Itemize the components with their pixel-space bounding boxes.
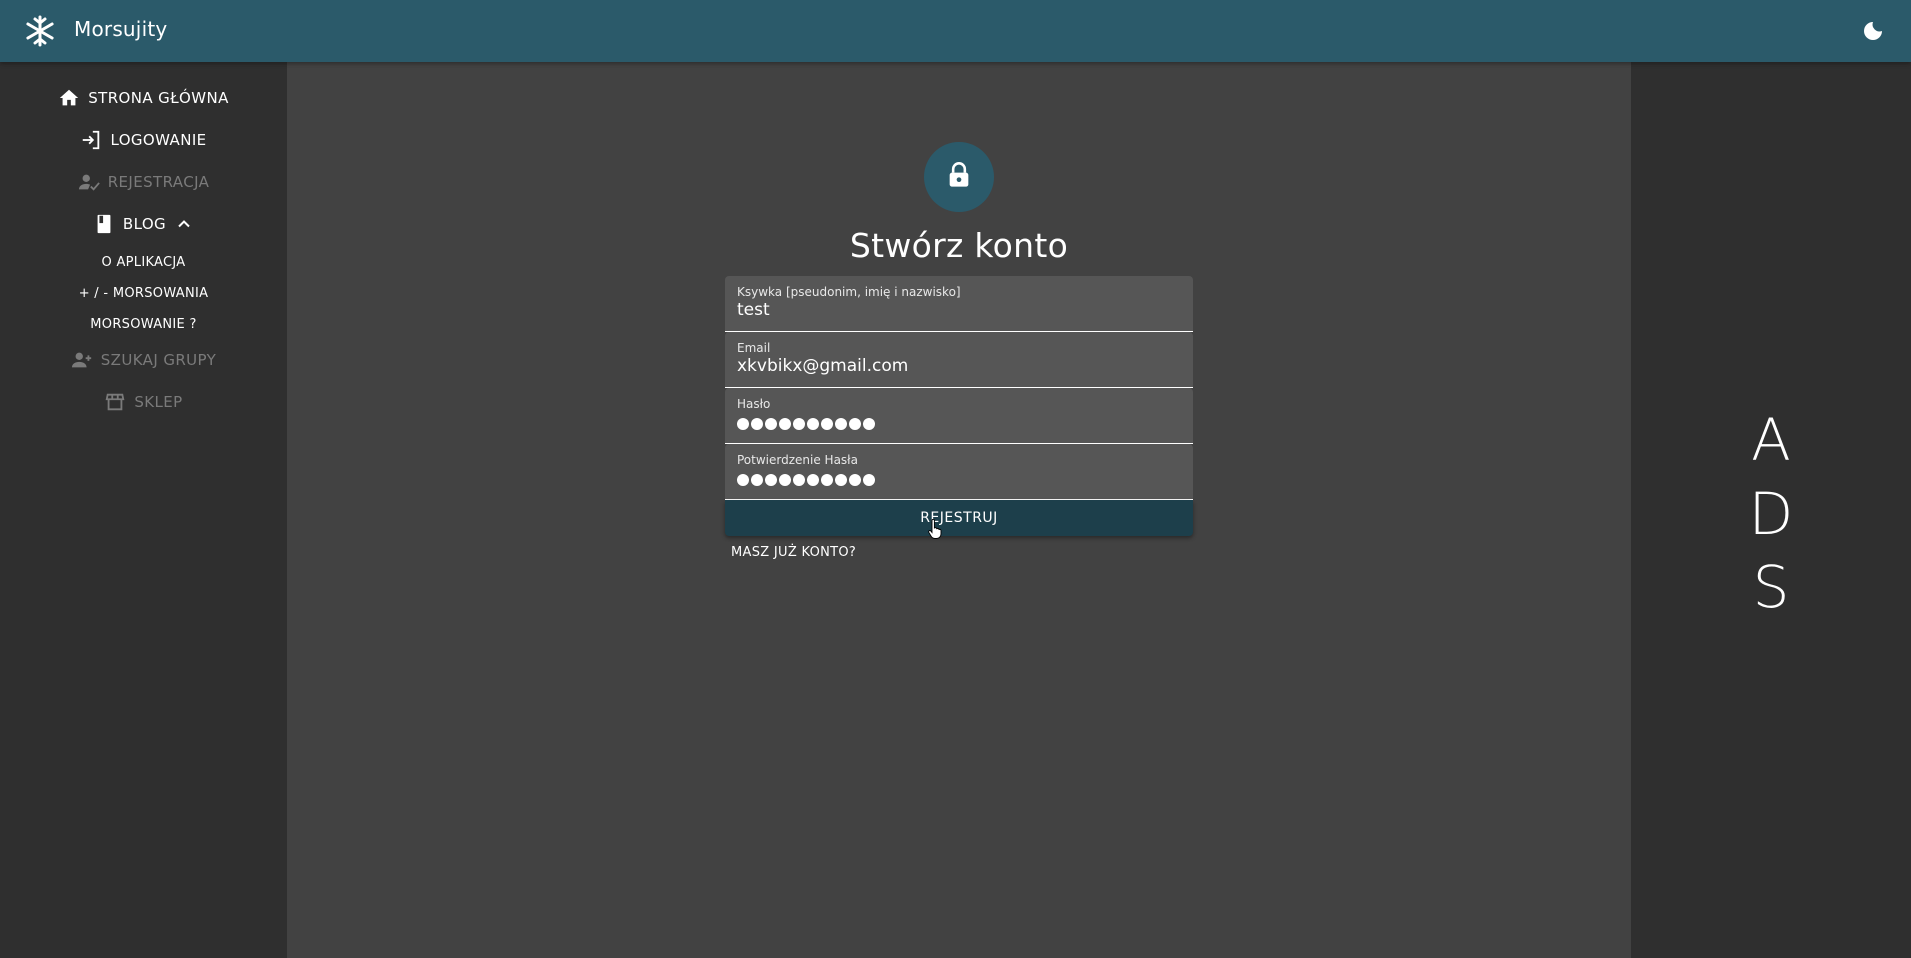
- app-bar: Morsujity: [0, 0, 1911, 62]
- sidebar-item-login[interactable]: LOGOWANIE: [0, 122, 287, 158]
- password-label: Hasło: [737, 397, 771, 411]
- nickname-field[interactable]: Ksywka [pseudonim, imię i nazwisko]: [725, 276, 1193, 332]
- password-dot: [751, 418, 763, 430]
- password-field[interactable]: Hasło: [725, 388, 1193, 444]
- sidebar-item-label: LOGOWANIE: [110, 131, 207, 149]
- hand-cursor-icon: [928, 518, 942, 539]
- password-confirm-input[interactable]: [737, 474, 875, 486]
- chevron-up-icon: [174, 214, 194, 234]
- password-dot: [807, 474, 819, 486]
- password-dot: [807, 418, 819, 430]
- password-dot: [779, 418, 791, 430]
- password-dot: [737, 474, 749, 486]
- sidebar-subitem-about[interactable]: O APLIKACJA: [0, 249, 287, 275]
- email-label: Email: [737, 341, 771, 355]
- ads-letter: D: [1748, 480, 1794, 548]
- register-button[interactable]: REJESTRUJ: [725, 500, 1193, 536]
- sidebar-item-label: SZUKAJ GRUPY: [100, 351, 217, 369]
- password-dot: [863, 418, 875, 430]
- sidebar-item-home[interactable]: STRONA GŁÓWNA: [0, 80, 287, 116]
- sidebar-item-find-group[interactable]: SZUKAJ GRUPY: [0, 342, 287, 378]
- password-dot: [765, 418, 777, 430]
- password-dot: [849, 474, 861, 486]
- ads-letter: A: [1751, 406, 1791, 474]
- password-dot: [793, 418, 805, 430]
- password-dot: [821, 418, 833, 430]
- store-icon: [104, 391, 126, 413]
- lock-icon: [945, 161, 973, 193]
- sidebar-item-label: REJESTRACJA: [107, 173, 210, 191]
- sidebar-subitem-label: MORSOWANIE ?: [90, 316, 197, 332]
- password-dot: [863, 474, 875, 486]
- password-confirm-label: Potwierdzenie Hasła: [737, 453, 858, 467]
- password-dot: [849, 418, 861, 430]
- book-icon: [93, 213, 115, 235]
- sidebar-subitem-label: + / - MORSOWANIA: [78, 285, 209, 301]
- sidebar-item-shop[interactable]: SKLEP: [0, 384, 287, 420]
- email-field[interactable]: Email: [725, 332, 1193, 388]
- sidebar-subitem-pros-cons[interactable]: + / - MORSOWANIA: [0, 280, 287, 306]
- page-title: Stwórz konto: [849, 226, 1069, 265]
- sidebar-item-label: SKLEP: [134, 393, 183, 411]
- password-dot: [821, 474, 833, 486]
- password-dot: [765, 474, 777, 486]
- ads-panel: A D S: [1631, 62, 1911, 958]
- home-icon: [58, 87, 80, 109]
- password-dot: [751, 474, 763, 486]
- group-add-icon: [71, 349, 93, 371]
- sidebar-item-label: BLOG: [122, 215, 167, 233]
- sidebar-item-label: STRONA GŁÓWNA: [88, 89, 229, 107]
- snowflake-icon[interactable]: [24, 15, 56, 47]
- sidebar-item-register[interactable]: REJESTRACJA: [0, 164, 287, 200]
- password-dot: [779, 474, 791, 486]
- nickname-input[interactable]: [737, 300, 1177, 320]
- login-icon: [80, 129, 102, 151]
- sidebar-subitem-label: O APLIKACJA: [101, 254, 186, 270]
- app-title[interactable]: Morsujity: [74, 17, 167, 41]
- nickname-label: Ksywka [pseudonim, imię i nazwisko]: [737, 285, 961, 299]
- password-dot: [737, 418, 749, 430]
- moon-icon[interactable]: [1861, 19, 1885, 43]
- ads-letter: S: [1752, 553, 1790, 621]
- password-input[interactable]: [737, 418, 875, 430]
- password-dot: [835, 474, 847, 486]
- sidebar: STRONA GŁÓWNA LOGOWANIE REJESTRACJA BLOG…: [0, 62, 287, 958]
- sidebar-subitem-what-is[interactable]: MORSOWANIE ?: [0, 311, 287, 337]
- password-dot: [835, 418, 847, 430]
- have-account-link[interactable]: MASZ JUŻ KONTO?: [731, 545, 856, 560]
- lock-avatar: [924, 142, 994, 212]
- email-input[interactable]: [737, 356, 1177, 376]
- password-confirm-field[interactable]: Potwierdzenie Hasła: [725, 444, 1193, 500]
- person-check-icon: [78, 171, 100, 193]
- password-dot: [793, 474, 805, 486]
- sidebar-item-blog[interactable]: BLOG: [0, 206, 287, 242]
